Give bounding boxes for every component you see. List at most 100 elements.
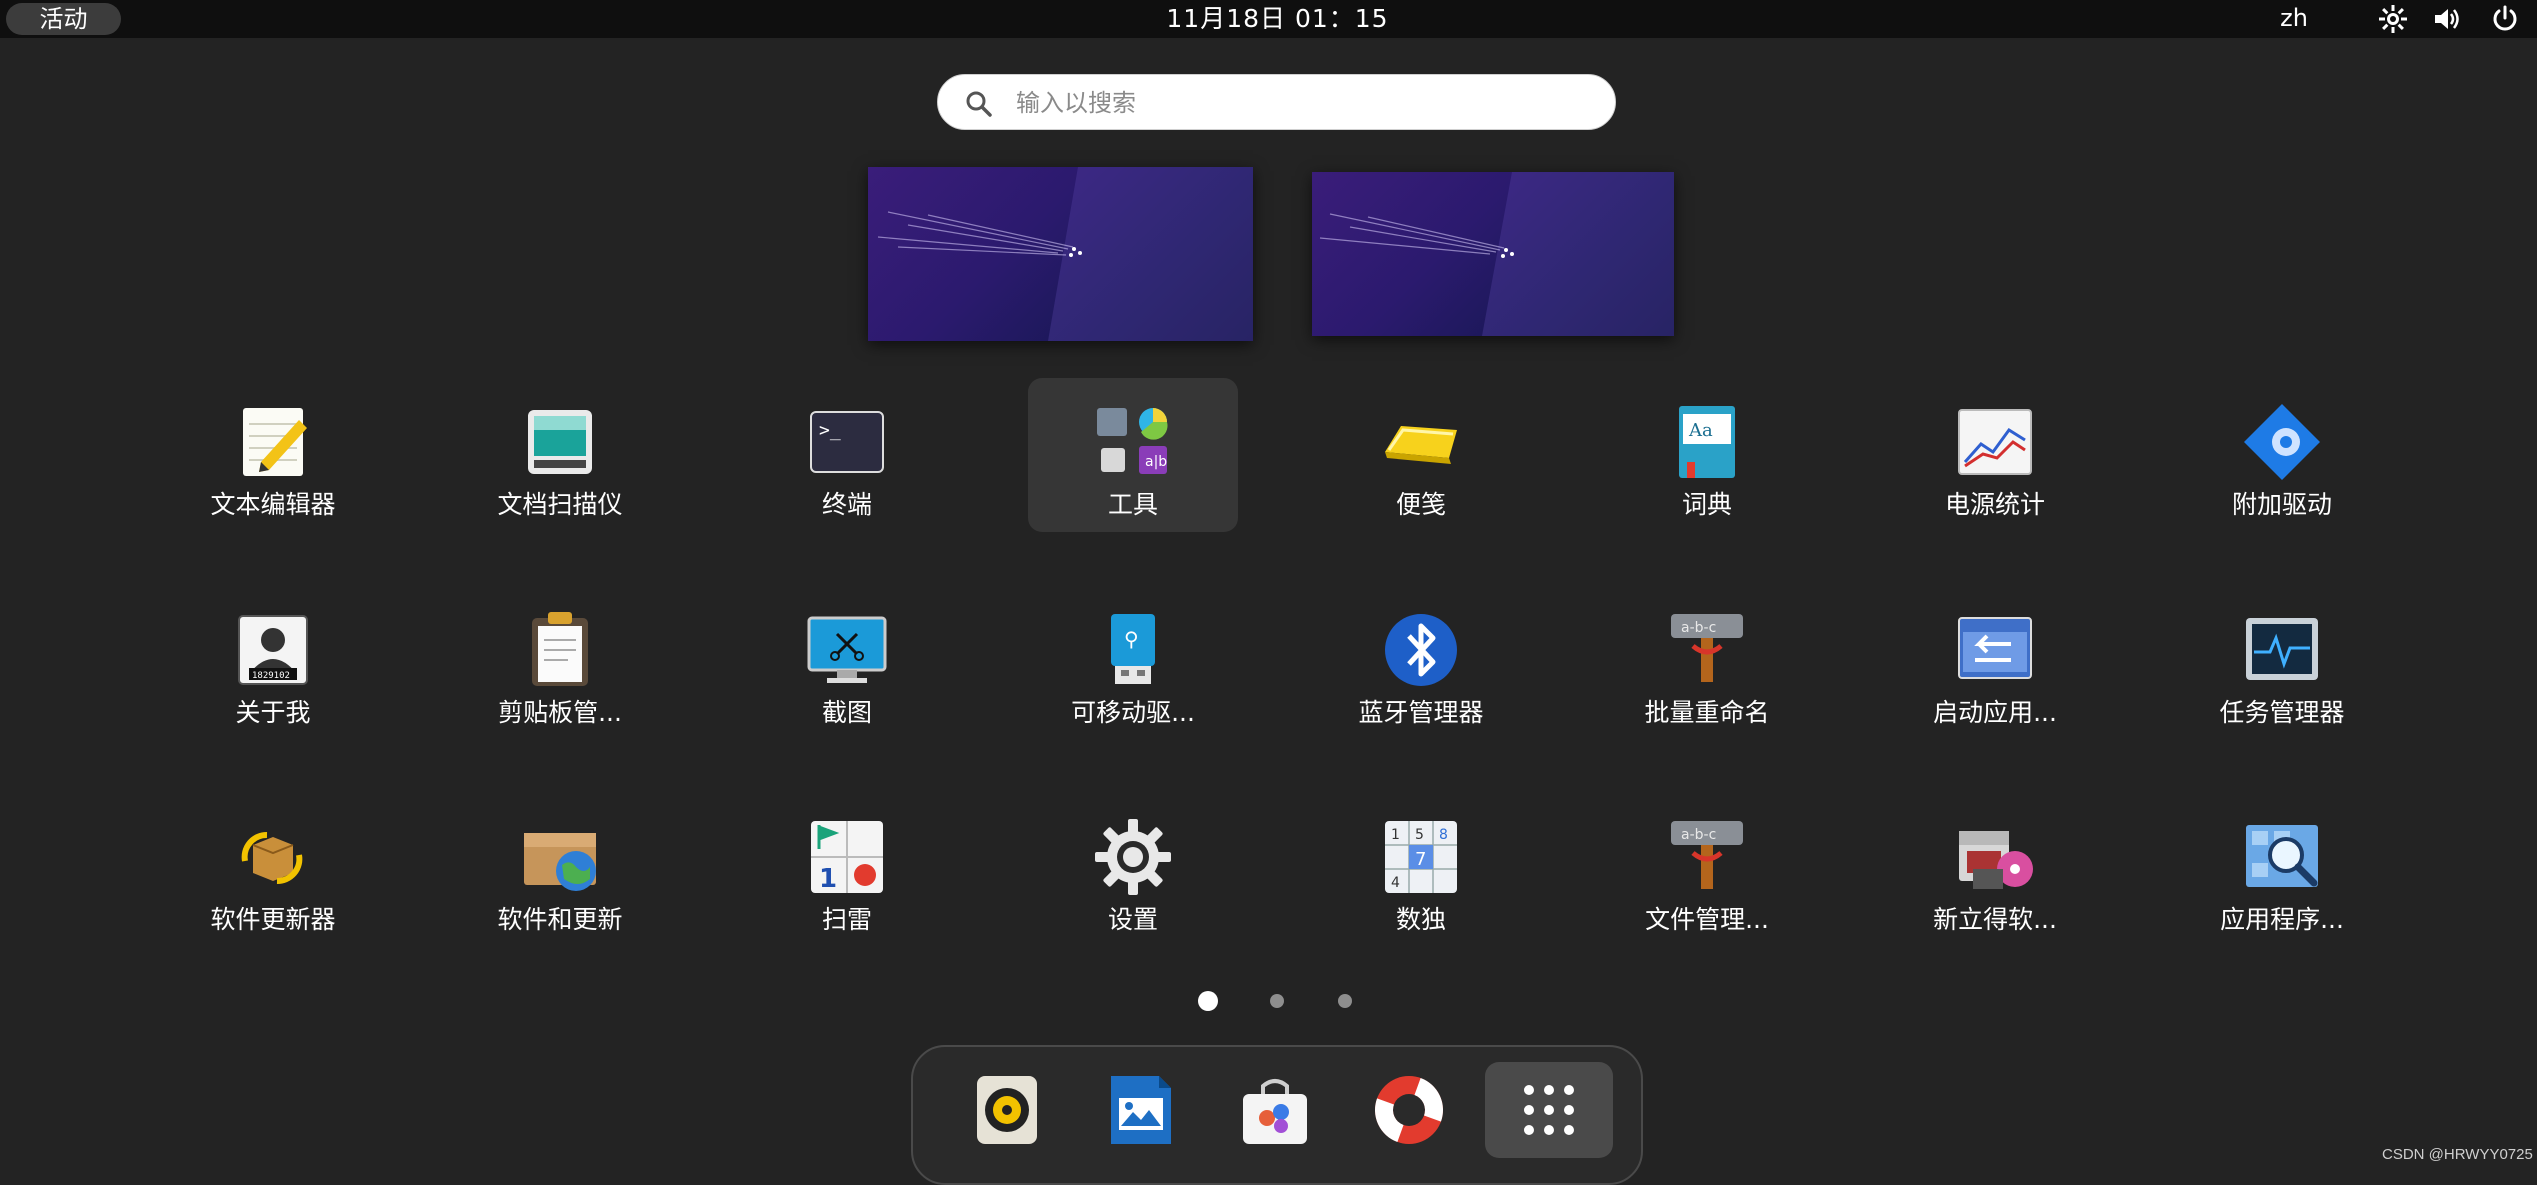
about-me-icon: 1829102 — [238, 615, 308, 685]
text-editor-icon — [243, 408, 307, 476]
power-statistics-icon — [1958, 409, 2032, 475]
svg-text:a-b-c: a-b-c — [1681, 827, 1716, 843]
clock[interactable]: 11月18日 01：15 — [1080, 0, 1475, 38]
sticky-notes-icon — [1385, 426, 1457, 464]
app-grid-icon — [1524, 1085, 1574, 1135]
app-tile[interactable]: 蓝牙管理器 — [1316, 586, 1526, 740]
app-tile[interactable]: 附加驱动 — [2177, 378, 2387, 532]
app-label: 截图 — [821, 698, 872, 727]
app-tile[interactable]: 文档扫描仪 — [455, 378, 665, 532]
additional-drivers-icon — [2244, 404, 2320, 480]
watermark: CSDN @HRWYY0725 — [2382, 1146, 2533, 1163]
app-label: 任务管理器 — [2219, 698, 2345, 727]
app-label: 数独 — [1395, 905, 1446, 934]
file-manager-icon: a-b-c — [1671, 821, 1743, 889]
power-icon[interactable] — [2490, 4, 2520, 34]
svg-text:a|b: a|b — [1145, 454, 1167, 470]
app-label: 终端 — [821, 490, 872, 519]
volume-icon[interactable] — [2432, 4, 2462, 34]
app-label: 蓝牙管理器 — [1358, 698, 1484, 727]
dock-presentation[interactable] — [1077, 1062, 1205, 1158]
dock-show-applications[interactable] — [1485, 1062, 1613, 1158]
app-label: 文件管理... — [1645, 905, 1769, 934]
search-icon — [966, 91, 992, 117]
bulk-rename-icon: a-b-c — [1671, 614, 1743, 682]
app-tile[interactable]: 电源统计 — [1890, 378, 2100, 532]
app-label: 关于我 — [235, 698, 311, 727]
app-label: 软件更新器 — [210, 905, 336, 934]
lifebuoy-help-icon — [1375, 1076, 1443, 1144]
app-tile[interactable]: >_ 终端 — [742, 378, 952, 532]
page-indicator-3[interactable] — [1338, 994, 1352, 1008]
app-tile[interactable]: 启动应用... — [1890, 586, 2100, 740]
app-label: 扫雷 — [821, 905, 872, 934]
svg-text:a-b-c: a-b-c — [1681, 620, 1716, 636]
svg-text:Aa: Aa — [1688, 420, 1713, 441]
svg-text:7: 7 — [1415, 849, 1426, 870]
search-input[interactable] — [1014, 83, 1578, 123]
app-tile[interactable]: 新立得软... — [1890, 793, 2100, 947]
terminal-icon: >_ — [810, 411, 884, 473]
search-bar[interactable] — [937, 74, 1616, 130]
dock-software-center[interactable] — [1211, 1062, 1339, 1158]
software-sources-icon — [524, 833, 596, 891]
app-tile[interactable]: a|b 工具 — [1028, 378, 1238, 532]
app-tile[interactable]: a-b-c 文件管理... — [1602, 793, 1812, 947]
app-label: 文档扫描仪 — [497, 490, 623, 519]
dock-help[interactable] — [1345, 1062, 1473, 1158]
app-label: 附加驱动 — [2231, 490, 2332, 519]
workspace-thumbnail-2[interactable] — [1312, 172, 1674, 336]
app-tile[interactable]: 剪贴板管... — [455, 586, 665, 740]
bluetooth-icon — [1385, 614, 1457, 686]
page-indicator-2[interactable] — [1270, 994, 1284, 1008]
app-tile[interactable]: 软件更新器 — [168, 793, 378, 947]
minesweeper-icon: 1 — [811, 821, 883, 894]
sudoku-icon: 71 5 8 4 — [1385, 821, 1457, 893]
svg-text:>_: >_ — [819, 420, 841, 441]
app-tile[interactable]: 便笺 — [1316, 378, 1526, 532]
clipboard-manager-icon — [532, 612, 588, 686]
workspace-thumbnail-1[interactable] — [868, 167, 1253, 341]
app-tile[interactable]: 设置 — [1028, 793, 1238, 947]
synaptic-icon — [1959, 831, 2033, 889]
task-manager-icon — [2246, 618, 2318, 680]
accessibility-icon[interactable] — [2378, 4, 2408, 34]
svg-text:5: 5 — [1415, 827, 1424, 843]
app-tile[interactable]: 文本编辑器 — [168, 378, 378, 532]
dock-music-player[interactable] — [943, 1062, 1071, 1158]
svg-text:1829102: 1829102 — [252, 671, 290, 681]
app-label: 电源统计 — [1944, 490, 2045, 519]
svg-text:4: 4 — [1391, 875, 1400, 891]
app-tile[interactable]: 软件和更新 — [455, 793, 665, 947]
app-label: 软件和更新 — [497, 905, 623, 934]
app-tile[interactable]: 1829102 关于我 — [168, 586, 378, 740]
music-player-icon — [977, 1076, 1037, 1144]
app-label: 启动应用... — [1933, 698, 2057, 727]
activities-button[interactable]: 活动 — [6, 3, 121, 35]
app-tile[interactable]: Aa 词典 — [1602, 378, 1812, 532]
app-tile[interactable]: 1 扫雷 — [742, 793, 952, 947]
app-tile[interactable]: 截图 — [742, 586, 952, 740]
svg-text:1: 1 — [1391, 827, 1400, 843]
software-center-icon — [1243, 1079, 1307, 1144]
utilities-folder-icon: a|b — [1097, 408, 1168, 474]
presentation-icon — [1111, 1076, 1171, 1144]
app-tile[interactable]: 7 1 5 8 4 数独 — [1316, 793, 1526, 947]
app-label: 文本编辑器 — [210, 490, 336, 519]
input-language-indicator[interactable]: zh — [2272, 0, 2316, 38]
dock — [911, 1045, 1643, 1185]
settings-gear-icon — [1095, 819, 1171, 895]
app-tile[interactable]: 任务管理器 — [2177, 586, 2387, 740]
page-indicator-1[interactable] — [1198, 991, 1218, 1011]
app-tile[interactable]: ⚲ 可移动驱... — [1028, 586, 1238, 740]
document-scanner-icon — [528, 410, 592, 474]
app-label: 便笺 — [1395, 490, 1446, 519]
app-tile[interactable]: a-b-c 批量重命名 — [1602, 586, 1812, 740]
svg-text:8: 8 — [1439, 827, 1448, 843]
app-label: 设置 — [1107, 905, 1158, 934]
app-label: 词典 — [1681, 490, 1732, 519]
svg-text:⚲: ⚲ — [1124, 627, 1139, 651]
screenshot-icon — [807, 616, 887, 683]
app-label: 剪贴板管... — [498, 698, 622, 727]
app-tile[interactable]: 应用程序... — [2177, 793, 2387, 947]
